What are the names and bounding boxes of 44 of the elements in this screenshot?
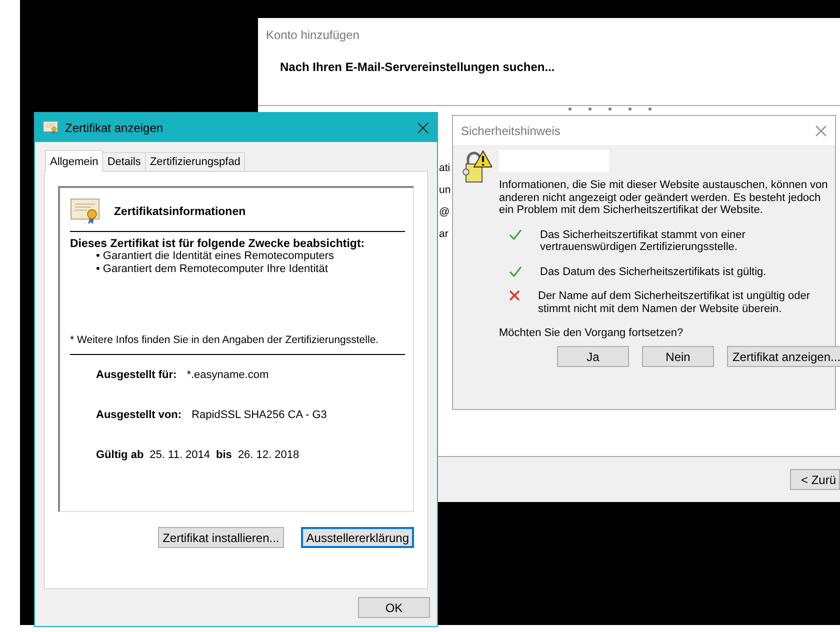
purpose-title: Dieses Zertifikat ist für folgende Zwecke beabsichtigt: [70, 238, 366, 250]
check-text: Das Datum des Sicherheitszertifikats ist gültig. [540, 266, 768, 278]
partial-text: @ [439, 205, 450, 219]
field-value: RapidSSL SHA256 CA - G3 [192, 409, 327, 422]
status-heading: Nach Ihren E-Mail-Servereinstellungen suchen... [279, 59, 556, 76]
checkmark-icon [509, 266, 522, 276]
back-button[interactable]: < Zurü [790, 469, 840, 490]
dialog-button[interactable]: Ausstellererklärung [301, 527, 414, 548]
dialog-button[interactable]: Zertifikat installieren... [158, 527, 284, 548]
field-label: Ausgestellt für: [96, 369, 177, 382]
warning-lock-icon [462, 150, 492, 184]
progress-dots-icon [568, 107, 654, 111]
cross-icon [509, 290, 520, 301]
field-label: Gültig ab [96, 449, 144, 462]
partial-text: ar [439, 227, 448, 241]
certificate-icon [70, 198, 102, 226]
tab[interactable]: Allgemein [45, 150, 104, 172]
note-text: * Weitere Infos finden Sie in den Angaben der Zertifizierungsstelle. [70, 334, 405, 356]
dialog-title: Sicherheitshinweis [461, 124, 562, 138]
certificate-icon [43, 120, 59, 134]
ok-button[interactable]: OK [358, 597, 430, 618]
window-title: Konto hinzufügen [265, 27, 360, 42]
purpose-item: • Garantiert dem Remotecomputer Ihre Identität [95, 263, 329, 276]
message-text: Informationen, die Sie mit dieser Website austauschen, können von anderen nicht angezeigt oder geändert werden. Es besteht jedoch ein Problem mit dem Sicherheitszertifikat der Website. [499, 179, 829, 216]
field-label: bis [216, 449, 232, 462]
dialog-button[interactable]: Ja [557, 346, 629, 367]
partial-text: un [439, 183, 451, 197]
field-value: 26. 12. 2018 [238, 449, 300, 462]
field-value: 25. 11. 2014 [150, 449, 210, 462]
close-icon[interactable] [815, 124, 827, 136]
partial-text: ati [439, 161, 450, 175]
field-value: *.easyname.com [186, 369, 269, 382]
info-heading: Zertifikatsinformationen [114, 206, 246, 218]
field-label: Ausgestellt von: [96, 409, 182, 422]
tab[interactable]: Zertifizierungspfad [144, 152, 246, 172]
check-text: Der Name auf dem Sicherheitszertifikat ist ungültig oder stimmt nicht mit dem Namen der Website überein. [538, 290, 812, 315]
dialog-title: Zertifikat anzeigen [65, 120, 164, 134]
purpose-item: • Garantiert die Identität eines Remotecomputers [95, 250, 336, 264]
check-text: Das Sicherheitszertifikat stammt von einer vertrauenswürdigen Zertifizierungsstelle. [540, 228, 746, 254]
checkmark-icon [509, 228, 522, 240]
dialog-button[interactable]: Zertifikat anzeigen... [727, 346, 840, 367]
close-icon[interactable] [417, 122, 429, 134]
question-text: Möchten Sie den Vorgang fortsetzen? [499, 327, 684, 339]
dialog-button[interactable]: Nein [642, 346, 714, 367]
